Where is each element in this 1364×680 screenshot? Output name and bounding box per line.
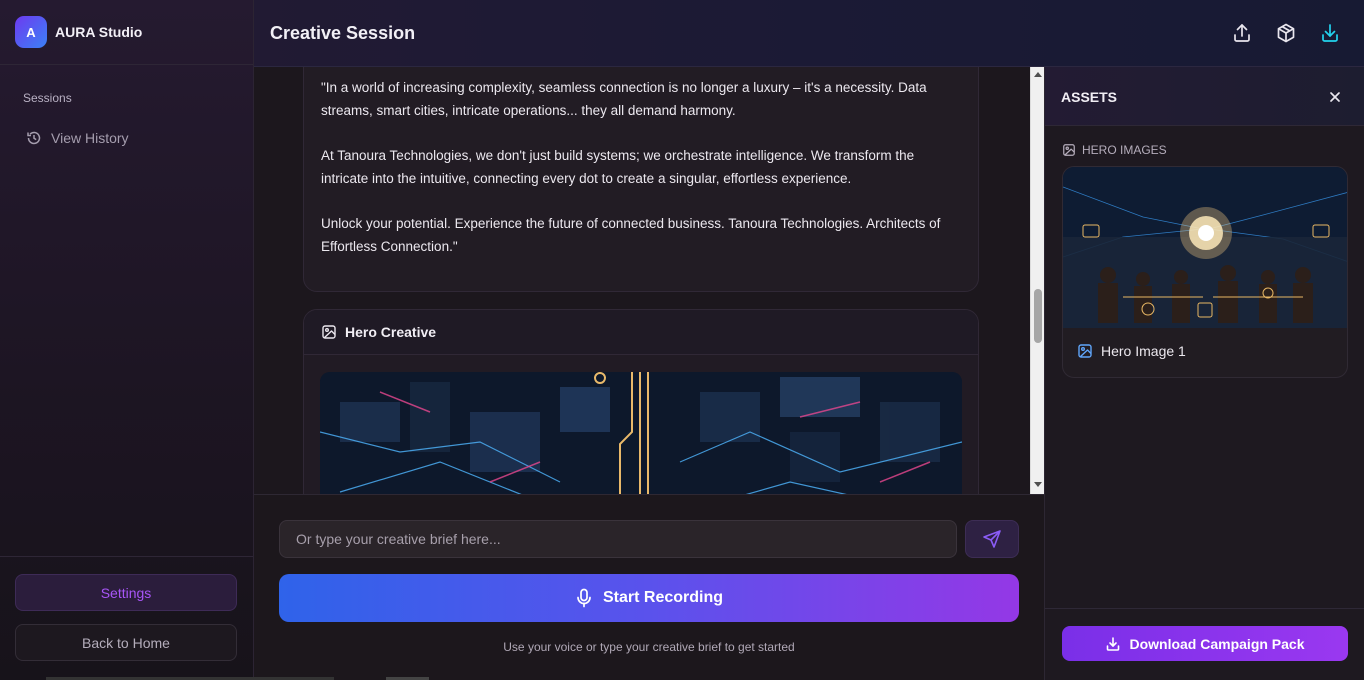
message-text: "In a world of increasing complexity, se…: [321, 76, 961, 280]
scroll-up-arrow[interactable]: [1034, 72, 1042, 77]
sidebar-footer: Settings Back to Home: [0, 556, 253, 680]
send-icon: [983, 530, 1001, 548]
download-icon[interactable]: [1319, 22, 1341, 44]
image-icon: [322, 325, 336, 339]
package-icon[interactable]: [1275, 22, 1297, 44]
start-recording-button[interactable]: Start Recording: [279, 574, 1019, 622]
asset-name: Hero Image 1: [1101, 343, 1186, 359]
upload-icon[interactable]: [1231, 22, 1253, 44]
hero-creative-image[interactable]: [320, 372, 962, 494]
history-icon: [27, 131, 41, 145]
sidebar: A AURA Studio Sessions View History Sett…: [0, 0, 254, 680]
chat-area[interactable]: "In a world of increasing complexity, se…: [254, 67, 1030, 494]
download-icon: [1107, 636, 1120, 651]
send-button[interactable]: [965, 520, 1019, 558]
assets-footer: Download Campaign Pack: [1045, 608, 1364, 680]
asset-name-link[interactable]: Hero Image 1: [1077, 343, 1186, 359]
message-paragraph: Unlock your potential. Experience the fu…: [321, 216, 941, 254]
top-header: Creative Session: [254, 0, 1364, 67]
image-icon: [1078, 344, 1092, 358]
image-icon: [1063, 144, 1075, 156]
download-campaign-pack-button[interactable]: Download Campaign Pack: [1062, 626, 1348, 661]
start-recording-label: Start Recording: [602, 589, 723, 606]
composer-hint: Use your voice or type your creative bri…: [503, 640, 795, 654]
back-to-home-button[interactable]: Back to Home: [15, 624, 237, 661]
hero-city-artwork: [320, 372, 962, 494]
hero-creative-title: Hero Creative: [345, 324, 437, 340]
page-title: Creative Session: [270, 23, 416, 43]
hero-images-section-label: HERO IMAGES: [1062, 143, 1167, 157]
app-logo: A: [15, 16, 47, 48]
assets-panel: ASSETS HERO IMAGES Hero Image 1 Download…: [1044, 67, 1364, 680]
view-history-link[interactable]: View History: [26, 130, 129, 146]
message-paragraph: "In a world of increasing complexity, se…: [321, 80, 927, 118]
creative-brief-input[interactable]: [279, 520, 957, 558]
message-paragraph: At Tanoura Technologies, we don't just b…: [321, 148, 915, 186]
ai-message-card: "In a world of increasing complexity, se…: [303, 67, 979, 292]
hero-creative-card: Hero Creative: [303, 309, 979, 494]
hero-image-artwork: [1063, 167, 1347, 328]
asset-thumbnail[interactable]: [1063, 167, 1347, 328]
composer: Start Recording Use your voice or type y…: [254, 494, 1044, 680]
brand[interactable]: A AURA Studio: [0, 0, 253, 65]
chat-scrollbar[interactable]: [1030, 67, 1044, 494]
scroll-thumb[interactable]: [1034, 289, 1042, 343]
view-history-label: View History: [51, 130, 129, 146]
asset-card[interactable]: Hero Image 1: [1062, 166, 1348, 378]
settings-button[interactable]: Settings: [15, 574, 237, 611]
download-campaign-pack-label: Download Campaign Pack: [1129, 635, 1305, 652]
sessions-label: Sessions: [23, 91, 72, 105]
scroll-down-arrow[interactable]: [1034, 482, 1042, 487]
microphone-icon: [577, 588, 591, 608]
assets-header: ASSETS: [1045, 67, 1364, 126]
hero-creative-header: Hero Creative: [304, 310, 978, 355]
section-label-text: HERO IMAGES: [1082, 143, 1167, 157]
assets-title: ASSETS: [1061, 89, 1118, 105]
close-icon[interactable]: [1327, 89, 1343, 105]
app-name: AURA Studio: [55, 24, 143, 40]
